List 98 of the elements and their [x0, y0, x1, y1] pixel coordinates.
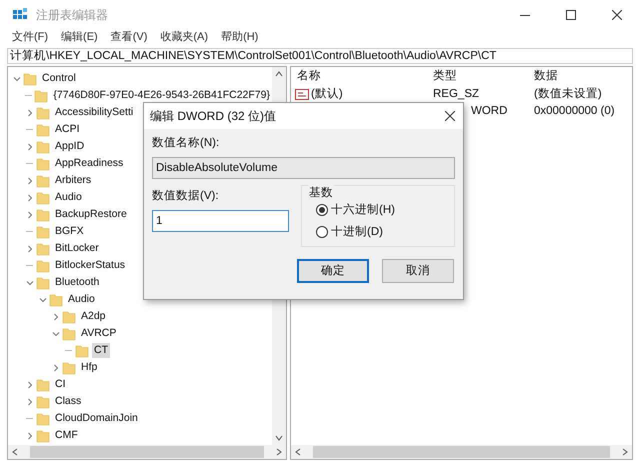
horizontal-scrollbar[interactable]: [8, 445, 286, 459]
folder-icon: [34, 88, 48, 102]
tree-item[interactable]: CMF: [53, 428, 80, 443]
menu-item[interactable]: 文件(F): [12, 29, 48, 46]
folder-icon: [36, 224, 50, 238]
address-bar[interactable]: 计算机\HKEY_LOCAL_MACHINE\SYSTEM\ControlSet001\Control\Bluetooth\Audio\AVRCP\CT: [7, 48, 633, 64]
folder-icon: [36, 276, 50, 290]
value-data-field[interactable]: 1: [152, 210, 289, 232]
tree-item[interactable]: BGFX: [53, 224, 86, 239]
tree-item[interactable]: BackupRestore: [53, 207, 129, 222]
tree-item[interactable]: AccessibilitySetti: [53, 105, 136, 120]
chevron-right-icon[interactable]: [52, 312, 60, 320]
scroll-left-icon[interactable]: [295, 448, 301, 456]
value-name-field[interactable]: DisableAbsoluteVolume: [152, 157, 455, 180]
folder-icon: [49, 292, 63, 306]
tree-item[interactable]: CI: [53, 377, 68, 392]
tree-item[interactable]: A2dp: [79, 309, 108, 324]
value-name[interactable]: (默认): [311, 86, 343, 104]
scroll-right-icon[interactable]: [276, 448, 282, 456]
tree-item[interactable]: AppReadiness: [53, 156, 126, 171]
tree-item[interactable]: Arbiters: [53, 173, 94, 188]
field-label: 数值数据(V):: [152, 188, 220, 204]
folder-icon: [36, 208, 50, 222]
tree-item[interactable]: BitLocker: [53, 241, 101, 256]
folder-icon: [36, 190, 50, 204]
folder-icon: [62, 310, 76, 324]
tree-item[interactable]: AVRCP: [79, 326, 118, 341]
tree-item[interactable]: CloudDomainJoin: [53, 411, 140, 426]
menu-item[interactable]: 编辑(E): [61, 29, 98, 46]
tree-item[interactable]: AppID: [53, 139, 86, 154]
menu-item[interactable]: 帮助(H): [221, 29, 258, 46]
window-title: 注册表编辑器: [36, 7, 108, 24]
chevron-right-icon[interactable]: [26, 432, 34, 440]
value-data: (数值未设置): [533, 86, 603, 102]
column-header[interactable]: 类型: [427, 68, 528, 86]
cancel-button[interactable]: 取消: [382, 259, 454, 284]
radio-button[interactable]: [316, 226, 328, 238]
tree-item[interactable]: Audio: [53, 190, 84, 205]
folder-icon: [36, 378, 50, 392]
folder-icon: [36, 258, 50, 272]
close-icon: [612, 10, 622, 20]
tree-item[interactable]: ACPI: [53, 122, 82, 137]
chevron-down-icon[interactable]: [38, 296, 46, 304]
chevron-right-icon[interactable]: [52, 364, 60, 372]
folder-icon: [23, 72, 37, 86]
folder-icon: [36, 174, 50, 188]
radio-label: 十六进制(H): [331, 202, 395, 218]
string-value-icon: [295, 89, 309, 100]
folder-icon: [36, 428, 50, 442]
radio-label: 十进制(D): [331, 224, 383, 240]
menu-item[interactable]: 收藏夹(A): [160, 29, 208, 46]
value-type: REG_SZ: [432, 86, 480, 102]
folder-icon: [36, 394, 50, 408]
value-data: 0x00000000 (0): [533, 104, 616, 119]
field-label: 数值名称(N):: [152, 136, 220, 151]
chevron-right-icon[interactable]: [26, 244, 34, 252]
scroll-right-icon[interactable]: [622, 448, 628, 456]
chevron-down-icon[interactable]: [12, 74, 20, 82]
maximize-icon: [566, 10, 576, 20]
tree-item[interactable]: Control: [40, 71, 78, 86]
radio-button[interactable]: [316, 204, 328, 216]
chevron-right-icon[interactable]: [26, 210, 34, 218]
folder-icon: [36, 412, 50, 426]
folder-icon: [36, 242, 50, 256]
chevron-down-icon[interactable]: [52, 330, 60, 338]
folder-icon: [62, 326, 76, 340]
minimize-icon: [520, 14, 530, 16]
tree-item[interactable]: CT: [92, 343, 110, 358]
dialog-title: 编辑 DWORD (32 位)值: [150, 108, 276, 125]
folder-icon: [36, 156, 50, 170]
column-header[interactable]: 数据: [528, 68, 564, 86]
chevron-right-icon[interactable]: [26, 142, 34, 150]
chevron-right-icon[interactable]: [26, 194, 34, 202]
value-type: WORD: [471, 104, 508, 119]
column-header[interactable]: 名称: [291, 68, 427, 86]
close-icon[interactable]: [445, 111, 455, 121]
chevron-down-icon[interactable]: [26, 278, 34, 286]
tree-item[interactable]: Hfp: [79, 360, 100, 375]
chevron-right-icon[interactable]: [26, 176, 34, 184]
tree-item[interactable]: Audio: [66, 292, 97, 307]
tree-item[interactable]: {7746D80F-97E0-4E26-9543-26B41FC22F79}: [51, 88, 272, 103]
folder-icon: [36, 106, 50, 120]
scroll-left-icon[interactable]: [12, 448, 18, 456]
tree-item[interactable]: BitlockerStatus: [53, 258, 128, 273]
folder-icon: [36, 140, 50, 154]
scroll-down-icon[interactable]: [275, 435, 283, 441]
folder-icon: [75, 344, 89, 358]
folder-icon: [36, 122, 50, 136]
horizontal-scrollbar[interactable]: [291, 445, 632, 459]
chevron-right-icon[interactable]: [26, 108, 34, 116]
menu-item[interactable]: 查看(V): [110, 29, 148, 46]
tree-item[interactable]: Bluetooth: [53, 275, 102, 290]
scroll-up-icon[interactable]: [275, 71, 283, 77]
ok-button[interactable]: 确定: [297, 259, 369, 284]
chevron-right-icon[interactable]: [26, 398, 34, 406]
chevron-right-icon[interactable]: [26, 380, 34, 388]
tree-item[interactable]: Class: [53, 394, 84, 409]
folder-icon: [62, 360, 76, 374]
